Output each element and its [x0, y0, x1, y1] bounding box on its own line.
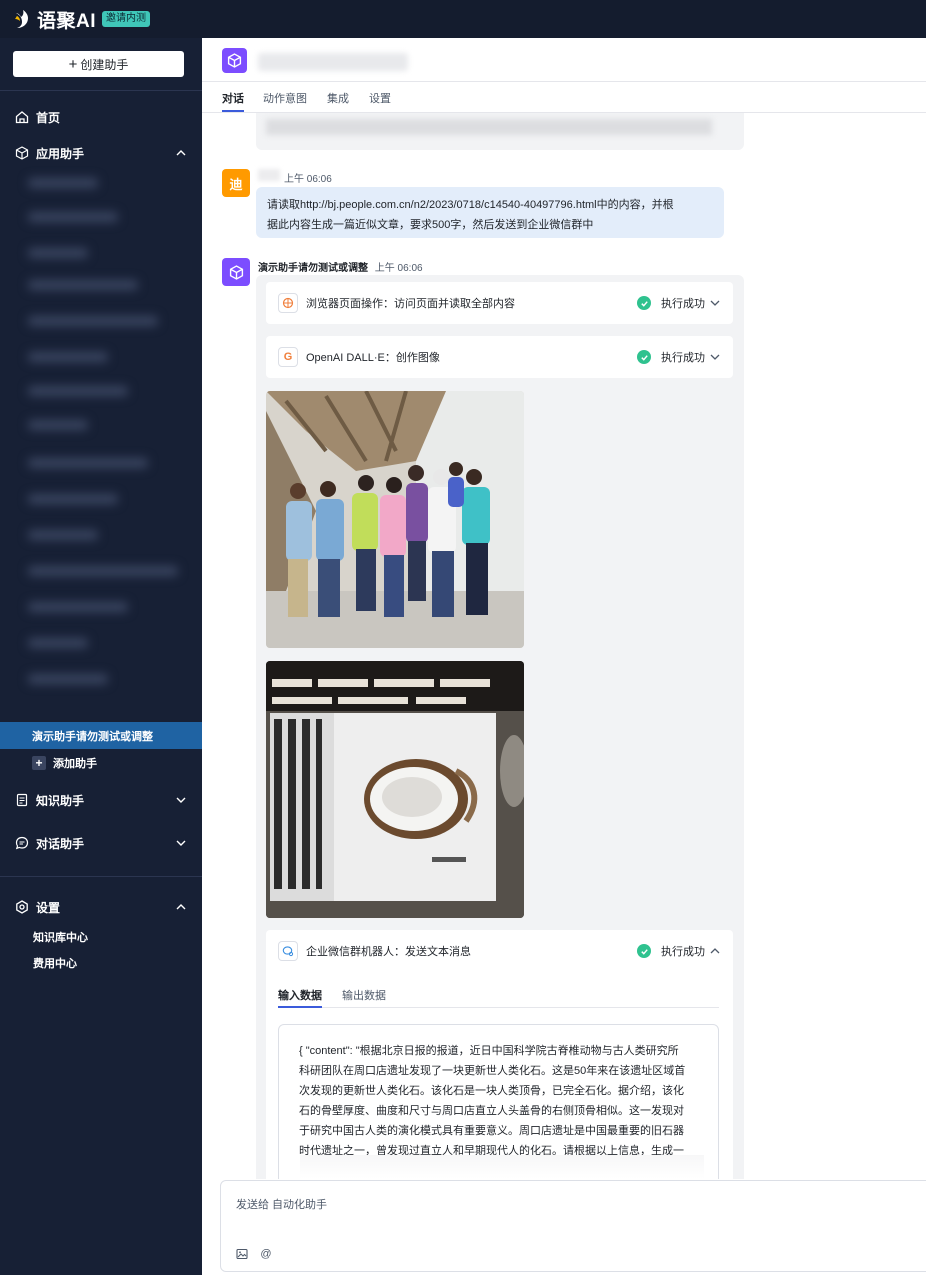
- nav-dialog-assistants-label: 对话助手: [36, 836, 85, 851]
- cube-icon: [229, 264, 243, 280]
- tool-name: 浏览器页面操作：访问页面并读取全部内容: [306, 298, 515, 310]
- tool-status: 执行成功: [637, 349, 721, 365]
- document-icon: [14, 792, 30, 808]
- divider: [0, 90, 202, 91]
- assistant-title-blurred: [258, 53, 408, 71]
- tool-name: OpenAI DALL·E：创作图像: [306, 352, 440, 364]
- browser-icon: [278, 293, 298, 313]
- success-check-icon: [637, 350, 651, 364]
- tab-input-data[interactable]: 输入数据: [278, 987, 322, 1008]
- sidebar: + 创建助手 首页 应用助手 演示助手请勿测试或调整 + 添加助手 知识助手 对…: [0, 38, 202, 1275]
- plus-icon: +: [32, 756, 46, 770]
- message-composer[interactable]: 发送给 自动化助手 @: [220, 1180, 926, 1272]
- bot-avatar: [222, 258, 250, 286]
- assistant-avatar: [222, 48, 247, 73]
- chevron-down-icon[interactable]: [174, 793, 188, 807]
- user-avatar: 迪: [222, 169, 250, 197]
- nav-knowledge-assistants[interactable]: 知识助手: [14, 789, 188, 811]
- nav-dialog-assistants[interactable]: 对话助手: [14, 832, 188, 854]
- logo-icon: [14, 9, 32, 29]
- plus-icon: +: [68, 55, 78, 73]
- success-check-icon: [637, 944, 651, 958]
- tool-card-dalle[interactable]: G OpenAI DALL·E：创作图像 执行成功: [266, 336, 733, 378]
- tool-status-label: 执行成功: [661, 298, 705, 310]
- tool-card-wecom-expanded: 企业微信群机器人：发送文本消息 执行成功 输入数据 输出数据 { "conten…: [266, 930, 733, 1179]
- home-icon: [14, 109, 30, 125]
- user-message-bubble: 请读取http://bj.people.com.cn/n2/2023/0718/…: [256, 187, 724, 238]
- json-line: 科研团队在周口店遗址发现了一块更新世人类化石。这是50年来在该遗址区域首: [299, 1065, 686, 1077]
- user-message-line: 据此内容生成一篇近似文章，要求500字，然后发送到企业微信群中: [267, 219, 594, 231]
- chevron-down-icon[interactable]: [174, 836, 188, 850]
- nav-app-assistants-label: 应用助手: [36, 146, 85, 161]
- nav-settings[interactable]: 设置: [14, 896, 188, 918]
- json-line: { "content": "根据北京日报的报道，近日中国科学院古脊椎动物与古人类…: [299, 1045, 679, 1057]
- wecom-icon: [278, 941, 298, 961]
- json-line: 石的骨壁厚度、曲度和尺寸与周口店直立人头盖骨的右侧顶骨相似。这一发现对: [299, 1105, 684, 1117]
- bot-message-meta: 演示助手请勿测试或调整 上午 06:06: [258, 259, 423, 274]
- tab-chat[interactable]: 对话: [222, 90, 244, 112]
- chat-bubble-icon: [14, 835, 30, 851]
- tool-status-label: 执行成功: [661, 352, 705, 364]
- app-name: 语聚AI: [37, 10, 97, 32]
- nav-app-assistants[interactable]: 应用助手: [14, 142, 188, 164]
- create-assistant-button[interactable]: + 创建助手: [13, 51, 184, 77]
- chevron-down-icon[interactable]: [709, 297, 721, 309]
- assistant-header: [202, 38, 926, 82]
- tab-output-data[interactable]: 输出数据: [342, 987, 386, 1008]
- data-tabs: 输入数据 输出数据: [278, 984, 719, 1008]
- chat-area: 迪 上午 06:06 请读取http://bj.people.com.cn/n2…: [202, 113, 926, 1179]
- tool-name: 企业微信群机器人：发送文本消息: [306, 946, 471, 958]
- bot-name: 演示助手请勿测试或调整: [258, 263, 368, 274]
- sidebar-item-billing-center[interactable]: 费用中心: [33, 955, 77, 971]
- chevron-down-icon[interactable]: [709, 351, 721, 363]
- chevron-up-icon[interactable]: [174, 146, 188, 160]
- tab-settings[interactable]: 设置: [369, 90, 391, 112]
- cube-icon: [227, 53, 242, 68]
- user-message-line: 请读取http://bj.people.com.cn/n2/2023/0718/…: [267, 199, 674, 211]
- tab-integrations[interactable]: 集成: [327, 90, 349, 112]
- tool-card-header[interactable]: 企业微信群机器人：发送文本消息 执行成功: [266, 930, 733, 972]
- sidebar-item-demo-assistant[interactable]: 演示助手请勿测试或调整: [0, 722, 202, 749]
- user-message-time: 上午 06:06: [284, 174, 332, 185]
- nav-home-label: 首页: [36, 110, 61, 125]
- nav-settings-label: 设置: [36, 900, 61, 915]
- image-icon[interactable]: [235, 1247, 249, 1261]
- blurred-assistant-list: [18, 168, 198, 713]
- tool-status: 执行成功: [637, 295, 721, 311]
- user-name-blurred: [258, 169, 280, 181]
- bot-message-time: 上午 06:06: [374, 263, 423, 274]
- generated-image-museum-visitors[interactable]: [266, 391, 524, 648]
- settings-hexagon-icon: [14, 899, 30, 915]
- bot-message-panel: 浏览器页面操作：访问页面并读取全部内容 执行成功 G OpenAI DALL·E…: [256, 275, 744, 1179]
- nav-home[interactable]: 首页: [14, 106, 188, 128]
- assistant-tabs: 对话 动作意图 集成 设置: [202, 82, 926, 113]
- cube-icon: [14, 145, 30, 161]
- sidebar-item-knowledge-center[interactable]: 知识库中心: [33, 929, 88, 945]
- tab-action-intents[interactable]: 动作意图: [263, 90, 307, 112]
- chevron-up-icon[interactable]: [174, 900, 188, 914]
- tool-card-browser[interactable]: 浏览器页面操作：访问页面并读取全部内容 执行成功: [266, 282, 733, 324]
- top-bar: 语聚AI 邀请内测: [0, 0, 926, 38]
- mention-icon[interactable]: @: [259, 1247, 273, 1261]
- invite-badge: 邀请内测: [102, 11, 151, 27]
- generated-image-fossil[interactable]: [266, 661, 524, 918]
- tool-status-label: 执行成功: [661, 946, 705, 958]
- previous-message-bubble: [256, 113, 744, 150]
- chevron-up-icon[interactable]: [709, 945, 721, 957]
- success-check-icon: [637, 296, 651, 310]
- add-assistant-label: 添加助手: [53, 758, 97, 770]
- create-assistant-label: 创建助手: [80, 57, 129, 72]
- add-assistant-button[interactable]: + 添加助手: [32, 753, 97, 773]
- scroll-fade: [300, 1155, 704, 1179]
- divider: [0, 876, 202, 877]
- composer-placeholder: 发送给 自动化助手: [236, 1199, 328, 1211]
- json-line: 于研究中国古人类的演化模式具有重要意义。周口店遗址是中国最重要的旧石器: [299, 1125, 684, 1137]
- nav-knowledge-assistants-label: 知识助手: [36, 793, 85, 808]
- json-line: 次发现的更新世人类化石。该化石是一块人类顶骨，已完全石化。据介绍，该化: [299, 1085, 684, 1097]
- tool-status: 执行成功: [637, 943, 721, 959]
- openai-icon: G: [278, 347, 298, 367]
